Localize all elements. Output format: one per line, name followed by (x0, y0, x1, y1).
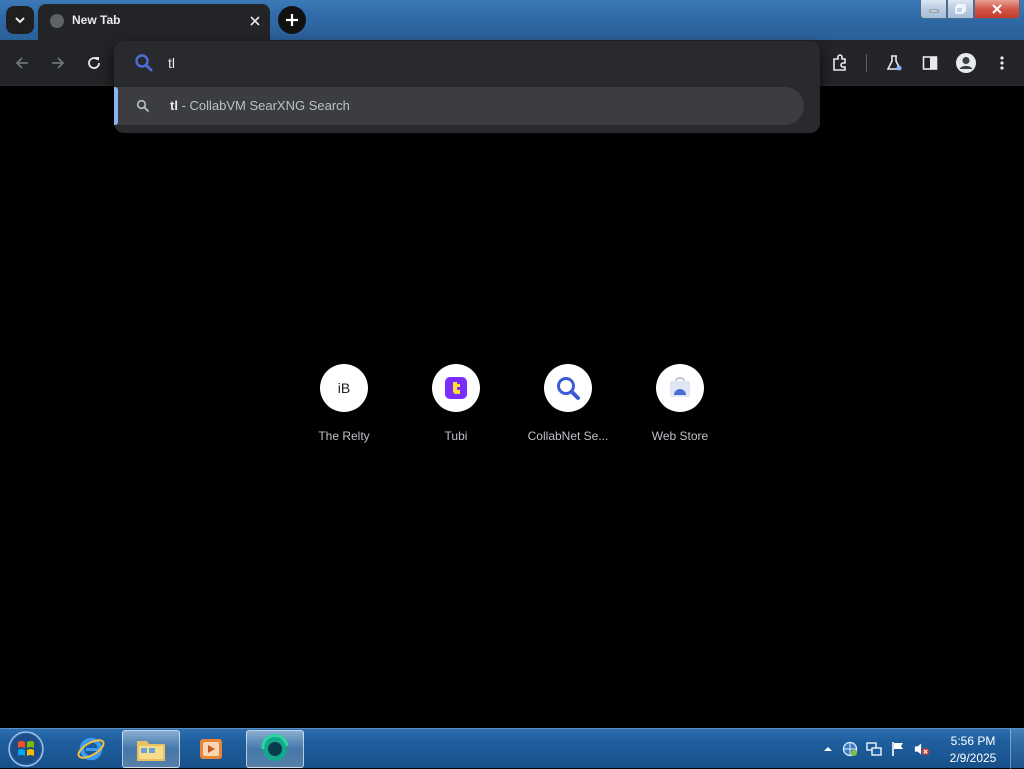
show-desktop-button[interactable] (1010, 729, 1024, 769)
suggestion-text: tl - CollabVM SearXNG Search (170, 98, 350, 113)
shortcut-tubi[interactable]: Tubi (400, 364, 512, 454)
labs-icon (886, 55, 902, 71)
shortcut-icon (656, 364, 704, 412)
shortcut-the-relty[interactable]: iB The Relty (288, 364, 400, 454)
side-panel-icon (922, 56, 938, 70)
clock-time[interactable]: 5:56 PM (944, 734, 1002, 748)
tray-network-status[interactable] (842, 741, 858, 757)
display-icon (866, 742, 882, 756)
close-icon (992, 4, 1002, 14)
shortcut-label: CollabNet Se... (527, 429, 609, 443)
shortcut-label: Web Store (651, 429, 709, 443)
tubi-icon (445, 377, 467, 399)
chevron-up-icon (824, 747, 832, 751)
shortcut-label: The Relty (318, 429, 370, 443)
shortcut-icon (432, 364, 480, 412)
new-tab-button[interactable] (278, 6, 306, 34)
taskbar-browser[interactable] (246, 730, 304, 768)
profile-button[interactable] (954, 51, 978, 75)
taskbar-media-player[interactable] (182, 730, 240, 768)
shortcut-collabnet-search[interactable]: CollabNet Se... (512, 364, 624, 454)
search-icon (135, 54, 153, 72)
omnibox-popup: tl - CollabVM SearXNG Search (114, 41, 820, 133)
suggestion-selected-indicator (114, 87, 118, 125)
start-button[interactable] (6, 730, 46, 768)
tray-display[interactable] (866, 741, 882, 757)
forward-icon (52, 57, 65, 69)
search-icon (557, 377, 580, 400)
taskbar-internet-explorer[interactable] (62, 730, 120, 768)
omnibox-suggestion[interactable]: tl - CollabVM SearXNG Search (114, 87, 804, 125)
suggestion-suffix: - CollabVM SearXNG Search (177, 98, 350, 113)
plus-icon (286, 14, 298, 26)
chevron-down-icon (15, 17, 25, 24)
back-icon (15, 57, 28, 69)
address-bar-input[interactable] (168, 51, 768, 75)
shortcut-label: Tubi (444, 429, 468, 443)
side-panel-button[interactable] (918, 51, 942, 75)
shortcut-icon-text: iB (337, 380, 351, 396)
close-icon (250, 16, 260, 26)
restore-icon (955, 4, 966, 14)
menu-icon (1000, 56, 1004, 70)
tab-close-button[interactable] (246, 12, 264, 30)
minimize-icon (929, 9, 938, 13)
toolbar-divider (866, 54, 867, 72)
network-globe-icon (842, 741, 858, 757)
reload-icon (88, 57, 100, 69)
extensions-button[interactable] (828, 51, 852, 75)
search-icon (136, 99, 150, 113)
volume-muted-icon (914, 743, 930, 756)
tray-action-center[interactable] (890, 741, 906, 757)
tray-volume[interactable] (914, 741, 930, 757)
shortcut-icon (544, 364, 592, 412)
web-store-icon (670, 377, 690, 397)
window-controls (920, 0, 1020, 20)
close-window-button[interactable] (974, 0, 1020, 19)
shortcut-web-store[interactable]: Web Store (624, 364, 736, 454)
flag-icon (892, 742, 903, 756)
suggestion-query: tl (170, 98, 178, 113)
globe-icon (50, 14, 64, 28)
internet-explorer-icon (77, 737, 105, 761)
media-player-icon (200, 739, 222, 759)
file-explorer-icon (137, 741, 165, 761)
shortcut-icon: iB (320, 364, 368, 412)
reload-button[interactable] (82, 51, 106, 75)
tab-new-tab[interactable]: New Tab (38, 4, 270, 40)
browser-icon (261, 734, 289, 761)
menu-button[interactable] (990, 51, 1014, 75)
windows-logo-icon (8, 731, 44, 767)
minimize-button[interactable] (920, 0, 947, 19)
labs-button[interactable] (882, 51, 906, 75)
back-button[interactable] (10, 51, 34, 75)
forward-button[interactable] (46, 51, 70, 75)
windows-taskbar: 5:56 PM 2/9/2025 (0, 728, 1024, 769)
tab-search-button[interactable] (6, 6, 34, 34)
tray-overflow-button[interactable] (820, 741, 836, 757)
extensions-icon (833, 54, 846, 71)
clock-date[interactable]: 2/9/2025 (944, 751, 1002, 765)
taskbar-file-explorer[interactable] (122, 730, 180, 768)
profile-icon (956, 53, 976, 73)
restore-button[interactable] (947, 0, 974, 19)
window-titlebar: New Tab (0, 0, 1024, 40)
tab-title: New Tab (72, 13, 121, 27)
